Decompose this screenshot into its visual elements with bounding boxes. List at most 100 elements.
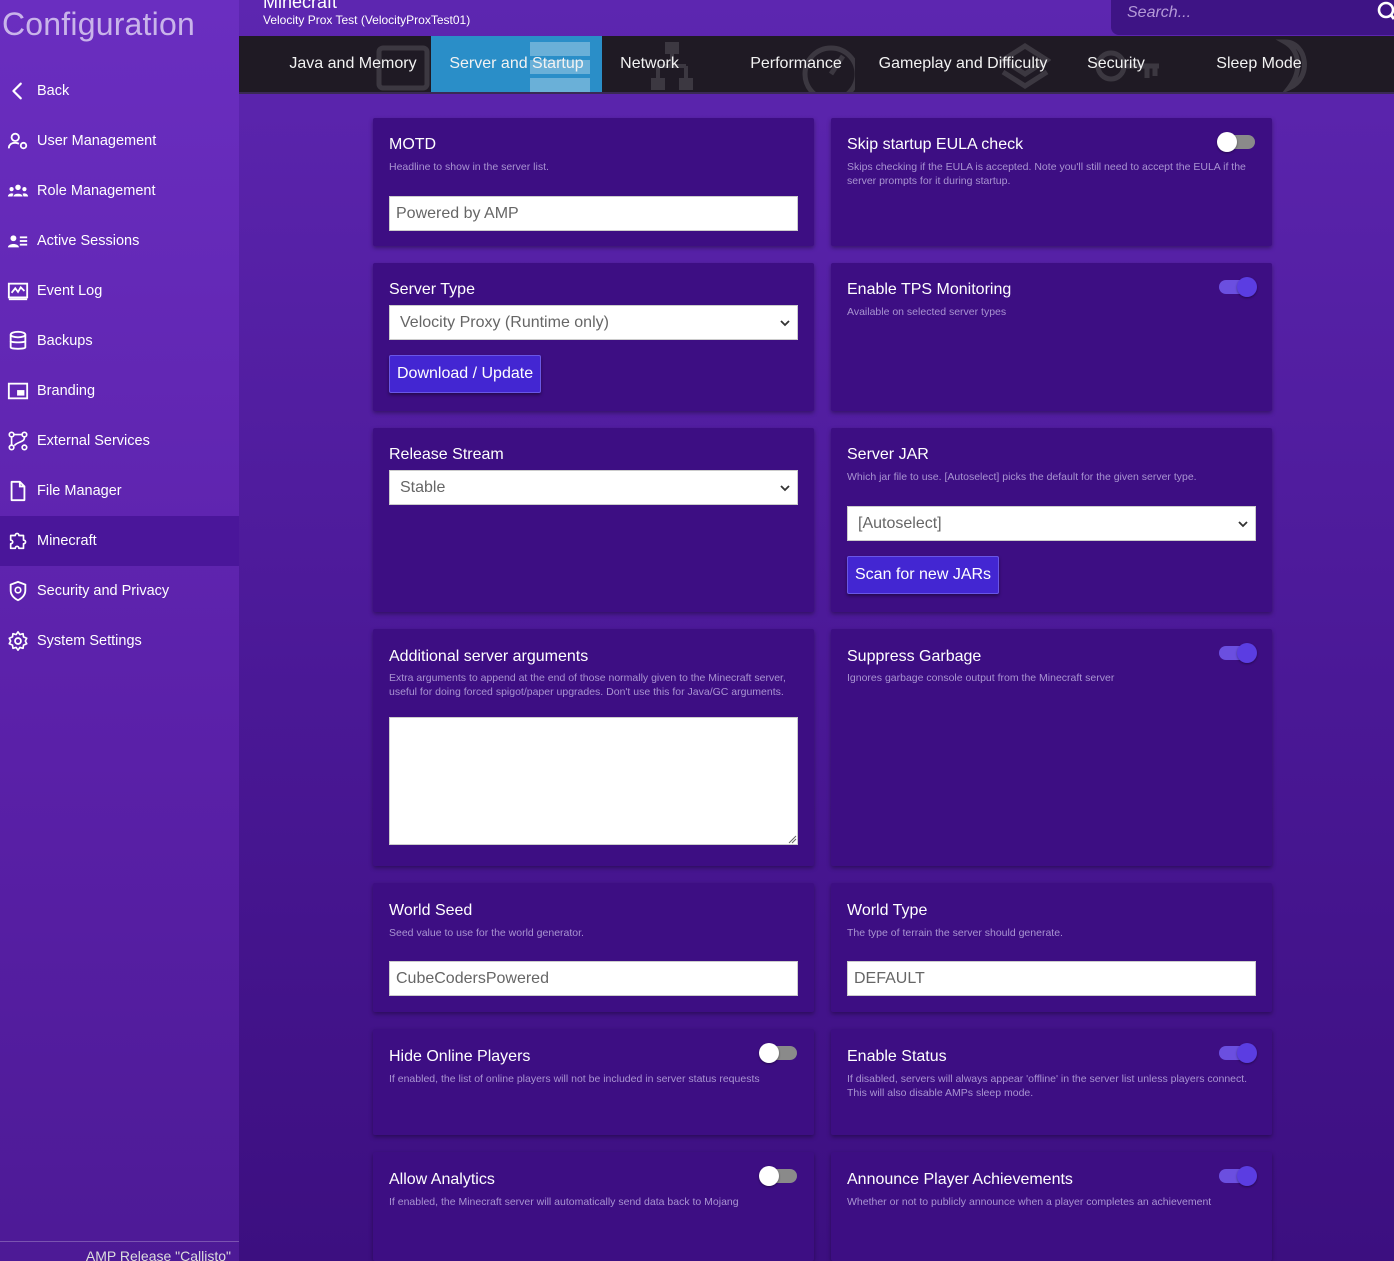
sidebar-item-label: Role Management bbox=[37, 183, 156, 199]
setting-server-jar: Server JAR Which jar file to use. [Autos… bbox=[831, 428, 1272, 612]
sidebar-item-label: Back bbox=[37, 83, 70, 99]
setting-title: Hide Online Players bbox=[389, 1048, 531, 1065]
sidebar-item-file-manager[interactable]: File Manager bbox=[0, 466, 239, 516]
setting-title: Server JAR bbox=[847, 446, 929, 463]
sidebar-item-event-log[interactable]: Event Log bbox=[0, 266, 239, 316]
setting-title: World Type bbox=[847, 902, 928, 919]
motd-input[interactable]: Powered by AMP bbox=[389, 196, 798, 231]
sidebar-item-minecraft[interactable]: Minecraft bbox=[0, 516, 239, 566]
setting-title: World Seed bbox=[389, 902, 473, 919]
tab-security[interactable]: Security bbox=[1073, 36, 1159, 92]
setting-announce-achievements: Announce Player Achievements Whether or … bbox=[831, 1152, 1272, 1261]
setting-description: Ignores garbage console output from the … bbox=[847, 672, 1115, 684]
users-group-icon bbox=[6, 179, 30, 203]
tab-sleep-mode[interactable]: Sleep Mode bbox=[1205, 36, 1313, 92]
setting-suppress-garbage: Suppress Garbage Ignores garbage console… bbox=[831, 629, 1272, 866]
server-jar-select[interactable]: [Autoselect] bbox=[847, 506, 1256, 541]
suppress-garbage-toggle[interactable] bbox=[1217, 642, 1257, 664]
tab-bar: Java and Memory Server and Startup Netwo… bbox=[239, 36, 1394, 94]
sidebar-nav: Back User Management Role Management Act… bbox=[0, 66, 239, 666]
release-label: AMP Release "Callisto" bbox=[0, 1241, 239, 1261]
setting-world-type: World Type The type of terrain the serve… bbox=[831, 883, 1272, 1012]
sidebar-item-label: Branding bbox=[37, 383, 96, 399]
sidebar-item-security-and-privacy[interactable]: Security and Privacy bbox=[0, 566, 239, 616]
database-icon bbox=[6, 329, 30, 353]
hide-online-players-toggle[interactable] bbox=[759, 1042, 799, 1064]
search-icon[interactable] bbox=[1372, 0, 1394, 24]
setting-title: Enable Status bbox=[847, 1048, 947, 1065]
tps-monitoring-toggle[interactable] bbox=[1217, 276, 1257, 298]
setting-allow-analytics: Allow Analytics If enabled, the Minecraf… bbox=[373, 1152, 814, 1261]
release-stream-select[interactable]: Stable bbox=[389, 470, 798, 505]
tab-gameplay-and-difficulty[interactable]: Gameplay and Difficulty bbox=[875, 36, 1051, 92]
setting-title: Skip startup EULA check bbox=[847, 136, 1024, 153]
setting-release-stream: Release Stream Stable bbox=[373, 428, 814, 612]
setting-server-type: Server Type Velocity Proxy (Runtime only… bbox=[373, 263, 814, 411]
picture-in-picture-icon bbox=[6, 379, 30, 403]
setting-description: Extra arguments to append at the end of … bbox=[389, 672, 786, 698]
sidebar-item-label: Active Sessions bbox=[37, 233, 140, 249]
scan-jars-button[interactable]: Scan for new JARs bbox=[847, 556, 1000, 594]
sidebar-item-label: Security and Privacy bbox=[37, 583, 170, 599]
tab-network[interactable]: Network bbox=[602, 36, 697, 92]
user-list-icon bbox=[6, 229, 30, 253]
resize-grip-icon[interactable] bbox=[787, 834, 797, 844]
server-type-select[interactable]: Velocity Proxy (Runtime only) bbox=[389, 305, 798, 340]
setting-hide-online-players: Hide Online Players If enabled, the list… bbox=[373, 1029, 814, 1135]
sidebar-item-system-settings[interactable]: System Settings bbox=[0, 616, 239, 666]
setting-description: Whether or not to publicly announce when… bbox=[847, 1196, 1212, 1208]
sidebar-item-role-management[interactable]: Role Management bbox=[0, 166, 239, 216]
world-seed-input[interactable]: CubeCodersPowered bbox=[389, 961, 798, 996]
setting-description: If disabled, servers will always appear … bbox=[847, 1073, 1248, 1099]
sidebar-item-active-sessions[interactable]: Active Sessions bbox=[0, 216, 239, 266]
setting-title: Server Type bbox=[389, 281, 475, 298]
nodes-icon bbox=[6, 429, 30, 453]
setting-description: Seed value to use for the world generato… bbox=[389, 927, 584, 939]
sidebar-item-backups[interactable]: Backups bbox=[0, 316, 239, 366]
download-update-button[interactable]: Download / Update bbox=[389, 355, 542, 393]
setting-description: Available on selected server types bbox=[847, 306, 1007, 318]
shield-icon bbox=[6, 579, 30, 603]
gear-icon bbox=[6, 629, 30, 653]
setting-title: Announce Player Achievements bbox=[847, 1171, 1073, 1188]
setting-description: The type of terrain the server should ge… bbox=[847, 927, 1063, 939]
allow-analytics-toggle[interactable] bbox=[759, 1165, 799, 1187]
sidebar-item-branding[interactable]: Branding bbox=[0, 366, 239, 416]
setting-title: Allow Analytics bbox=[389, 1171, 495, 1188]
additional-args-textarea[interactable] bbox=[389, 717, 798, 845]
setting-title: Suppress Garbage bbox=[847, 648, 982, 665]
skip-eula-toggle[interactable] bbox=[1217, 131, 1257, 153]
sidebar-item-user-management[interactable]: User Management bbox=[0, 116, 239, 166]
setting-enable-status: Enable Status If disabled, servers will … bbox=[831, 1029, 1272, 1135]
search-input[interactable] bbox=[1127, 2, 1357, 24]
setting-motd: MOTD Headline to show in the server list… bbox=[373, 118, 814, 246]
sidebar-item-external-services[interactable]: External Services bbox=[0, 416, 239, 466]
sidebar-item-back[interactable]: Back bbox=[0, 66, 239, 116]
chart-log-icon bbox=[6, 279, 30, 303]
setting-title: Additional server arguments bbox=[389, 648, 589, 665]
setting-description: Skips checking if the EULA is accepted. … bbox=[847, 161, 1246, 187]
setting-description: If enabled, the Minecraft server will au… bbox=[389, 1196, 739, 1208]
announce-achievements-toggle[interactable] bbox=[1217, 1165, 1257, 1187]
sidebar-item-label: User Management bbox=[37, 133, 157, 149]
setting-tps-monitoring: Enable TPS Monitoring Available on selec… bbox=[831, 263, 1272, 411]
setting-title: MOTD bbox=[389, 136, 437, 153]
tab-performance[interactable]: Performance bbox=[737, 36, 855, 92]
tab-java-and-memory[interactable]: Java and Memory bbox=[263, 36, 443, 92]
setting-description: If enabled, the list of online players w… bbox=[389, 1073, 760, 1085]
user-gear-icon bbox=[6, 129, 30, 153]
world-type-input[interactable]: DEFAULT bbox=[847, 961, 1256, 996]
chevron-down-icon bbox=[780, 319, 790, 326]
instance-name: Velocity Prox Test (VelocityProxTest01) bbox=[263, 13, 471, 27]
chevron-left-icon bbox=[6, 79, 30, 103]
sidebar-item-label: File Manager bbox=[37, 483, 122, 499]
setting-additional-args: Additional server arguments Extra argume… bbox=[373, 629, 814, 866]
file-icon bbox=[6, 479, 30, 503]
tab-server-and-startup[interactable]: Server and Startup bbox=[431, 36, 602, 92]
enable-status-toggle[interactable] bbox=[1217, 1042, 1257, 1064]
setting-description: Which jar file to use. [Autoselect] pick… bbox=[847, 471, 1197, 483]
sidebar-item-label: Minecraft bbox=[37, 533, 97, 549]
sidebar-title: Configuration bbox=[2, 6, 195, 42]
chevron-down-icon bbox=[1238, 520, 1248, 527]
setting-world-seed: World Seed Seed value to use for the wor… bbox=[373, 883, 814, 1012]
